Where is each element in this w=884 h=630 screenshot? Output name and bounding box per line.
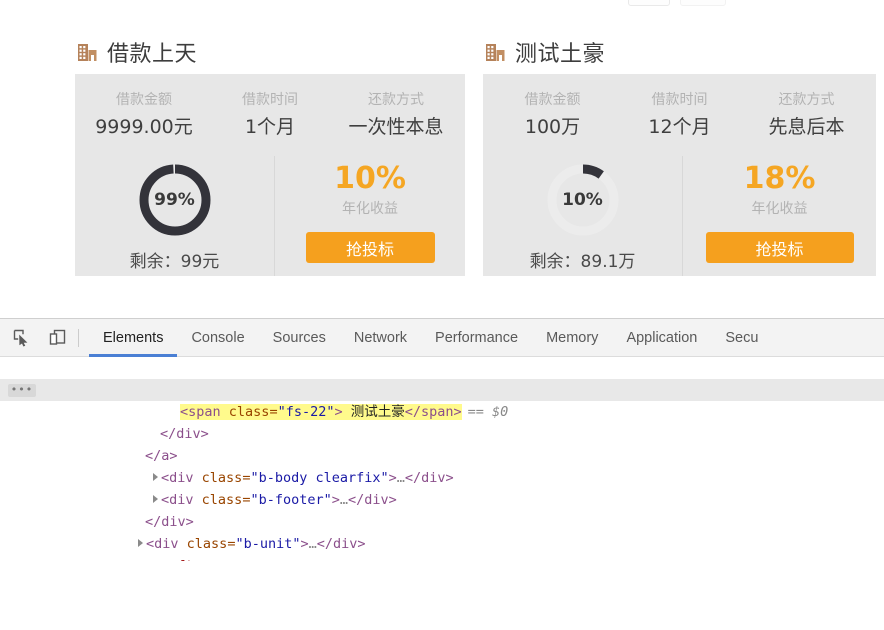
card-meta-row: 借款金额 100万 借款时间 12个月 还款方式 先息后本 xyxy=(483,90,876,156)
dom-line-close-div-1[interactable]: </div> xyxy=(0,401,884,442)
meta-repayment: 还款方式 一次性本息 xyxy=(333,90,459,142)
inspect-element-icon[interactable] xyxy=(6,324,36,352)
annual-rate-label: 年化收益 xyxy=(751,201,808,217)
devtools-panel: Elements Console Sources Network Perform… xyxy=(0,318,884,630)
tab-console[interactable]: Console xyxy=(177,319,258,357)
ghost-button-1[interactable] xyxy=(628,0,670,6)
meta-amount-value: 9999.00元 xyxy=(95,116,193,138)
dom-line-close-a[interactable]: </a> xyxy=(0,423,884,464)
meta-repayment-value: 一次性本息 xyxy=(348,116,444,138)
progress-section: 99% 剩余：99元 xyxy=(75,156,275,276)
bid-button[interactable]: 抢投标 xyxy=(705,232,854,263)
dom-line-close-div-2[interactable]: </div> xyxy=(0,489,884,530)
devtools-toolbar: Elements Console Sources Network Perform… xyxy=(0,319,884,357)
dom-line-selected-span[interactable]: ••• <span class="fs-22"> 测试土豪</span> == $0 xyxy=(0,379,884,420)
annual-rate-value: 10% xyxy=(334,161,406,196)
meta-duration-label: 借款时间 xyxy=(651,92,708,108)
meta-duration-label: 借款时间 xyxy=(242,92,298,108)
meta-amount: 借款金额 9999.00元 xyxy=(81,90,207,142)
b-unit-card-left: 借款上天 借款金额 9999.00元 借款时间 1个月 还款方式 一次性本息 9… xyxy=(75,30,483,276)
building-icon xyxy=(77,42,98,63)
card-meta-row: 借款金额 9999.00元 借款时间 1个月 还款方式 一次性本息 xyxy=(75,90,465,156)
devtools-tabs: Elements Console Sources Network Perform… xyxy=(89,319,772,357)
b-unit-card-right: 测试土豪 借款金额 100万 借款时间 12个月 还款方式 先息后本 10% 剩… xyxy=(483,30,884,276)
meta-duration: 借款时间 1个月 xyxy=(207,90,333,142)
dom-line-pseudo-after[interactable]: ::after xyxy=(0,533,884,561)
progress-percent-label: 10% xyxy=(562,190,603,210)
tab-network[interactable]: Network xyxy=(340,319,421,357)
card-stat-row: 10% 剩余：89.1万 18% 年化收益 抢投标 xyxy=(483,156,876,276)
remaining-amount-text: 剩余：99元 xyxy=(129,252,220,272)
meta-duration: 借款时间 12个月 xyxy=(616,90,743,142)
building-icon xyxy=(485,42,506,63)
dom-tree[interactable]: <span class="b-title-icon b-building"></… xyxy=(0,357,884,561)
annual-rate-label: 年化收益 xyxy=(342,201,398,217)
remaining-amount-text: 剩余：89.1万 xyxy=(529,252,636,272)
card-stat-row: 99% 剩余：99元 10% 年化收益 抢投标 xyxy=(75,156,465,276)
dom-line-span-icon[interactable]: <span class="b-title-icon b-building"></… xyxy=(0,357,884,398)
card-title-left[interactable]: 借款上天 xyxy=(75,30,483,74)
meta-amount-label: 借款金额 xyxy=(116,92,172,108)
rate-section: 18% 年化收益 抢投标 xyxy=(683,156,876,276)
card-body-right: 借款金额 100万 借款时间 12个月 还款方式 先息后本 10% 剩余：89.… xyxy=(483,74,876,276)
meta-repayment: 还款方式 先息后本 xyxy=(743,90,870,142)
tab-elements[interactable]: Elements xyxy=(89,319,178,357)
progress-donut-chart: 99% xyxy=(137,162,213,238)
dom-line-b-footer[interactable]: <div class="b-footer">…</div> xyxy=(0,467,884,508)
card-title-right[interactable]: 测试土豪 xyxy=(483,30,884,74)
device-toolbar-icon[interactable] xyxy=(42,324,72,352)
page-top-buttons xyxy=(628,0,748,8)
meta-repayment-label: 还款方式 xyxy=(778,92,835,108)
dom-line-b-body[interactable]: <div class="b-body clearfix">…</div> xyxy=(0,445,884,486)
progress-percent-label: 99% xyxy=(154,190,195,210)
card-title-text: 借款上天 xyxy=(107,42,198,67)
screenshot-root: 借款上天 借款金额 9999.00元 借款时间 1个月 还款方式 一次性本息 9… xyxy=(0,0,884,630)
toolbar-divider xyxy=(78,328,79,347)
meta-amount: 借款金额 100万 xyxy=(489,90,616,142)
meta-repayment-value: 先息后本 xyxy=(768,116,845,138)
progress-donut-chart: 10% xyxy=(545,162,621,238)
tab-memory[interactable]: Memory xyxy=(532,319,612,357)
meta-repayment-label: 还款方式 xyxy=(368,92,424,108)
progress-section: 10% 剩余：89.1万 xyxy=(483,156,683,276)
meta-amount-label: 借款金额 xyxy=(524,92,581,108)
collapsed-nodes-badge[interactable]: ••• xyxy=(8,384,36,397)
dom-line-b-unit[interactable]: <div class="b-unit">…</div> xyxy=(0,511,884,552)
meta-duration-value: 12个月 xyxy=(648,116,711,138)
web-page-viewport: 借款上天 借款金额 9999.00元 借款时间 1个月 还款方式 一次性本息 9… xyxy=(0,0,884,318)
dom-pseudo-element: ::after xyxy=(153,558,210,561)
tab-performance[interactable]: Performance xyxy=(421,319,532,357)
meta-amount-value: 100万 xyxy=(524,116,581,138)
rate-section: 10% 年化收益 抢投标 xyxy=(275,156,465,276)
card-title-text: 测试土豪 xyxy=(515,42,606,67)
tab-security[interactable]: Secu xyxy=(711,319,772,357)
tab-application[interactable]: Application xyxy=(612,319,711,357)
ghost-button-2[interactable] xyxy=(680,0,726,6)
tab-sources[interactable]: Sources xyxy=(259,319,340,357)
card-body-left: 借款金额 9999.00元 借款时间 1个月 还款方式 一次性本息 99% 剩余… xyxy=(75,74,465,276)
annual-rate-value: 18% xyxy=(743,161,816,196)
meta-duration-value: 1个月 xyxy=(244,116,296,138)
bid-button[interactable]: 抢投标 xyxy=(305,232,435,263)
